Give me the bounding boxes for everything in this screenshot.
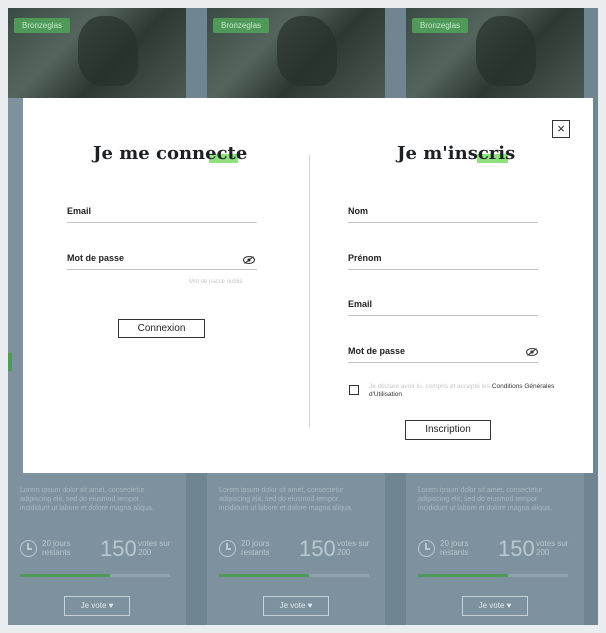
- signup-title-text: Je m'inscris: [397, 143, 516, 164]
- days-remaining: 20 jours restants: [241, 539, 270, 557]
- project-description: Lorem ipsum dolor sit amet, consectetur …: [20, 487, 154, 512]
- eye-slash-icon[interactable]: [243, 256, 255, 264]
- votes-label: votes sur 200: [536, 539, 569, 557]
- vote-progress: [219, 574, 369, 577]
- vote-progress: [20, 574, 170, 577]
- votes-count: 150: [498, 536, 535, 561]
- project-description: Lorem ipsum dolor sit amet, consectetur …: [219, 487, 353, 512]
- nom-field[interactable]: [348, 222, 538, 223]
- vote-progress: [418, 574, 568, 577]
- clock-icon: [219, 540, 236, 557]
- project-stats: 20 jours restants 150 votes sur 200: [418, 536, 578, 566]
- vote-button[interactable]: Je vote ♥: [64, 596, 130, 616]
- progress-fill: [20, 574, 110, 577]
- signup-button[interactable]: Inscription: [405, 420, 491, 440]
- clock-icon: [20, 540, 37, 557]
- forgot-password-link[interactable]: Mot de passe oublié: [189, 279, 243, 285]
- terms-text: Je déclare avoir lu, compris et accepté …: [369, 383, 559, 399]
- signup-email-label: Email: [348, 299, 373, 309]
- login-button[interactable]: Connexion: [118, 319, 205, 338]
- days-remaining: 20 jours restants: [42, 539, 71, 557]
- votes-count: 150: [100, 536, 137, 561]
- prenom-label: Prénom: [348, 253, 382, 263]
- progress-fill: [418, 574, 508, 577]
- eye-slash-icon[interactable]: [526, 348, 538, 356]
- modal-divider: [309, 155, 310, 427]
- side-accent: [8, 353, 12, 371]
- vote-button[interactable]: Je vote ♥: [263, 596, 329, 616]
- votes-label: votes sur 200: [138, 539, 171, 557]
- votes-count: 150: [299, 536, 336, 561]
- password-label: Mot de passe: [67, 253, 125, 263]
- signup-password-field[interactable]: [348, 362, 538, 363]
- clock-icon: [418, 540, 435, 557]
- project-tag: Bronzeglas: [14, 18, 71, 33]
- signup-title: Je m'inscris: [397, 143, 515, 164]
- login-title-text: Je me connecte: [93, 143, 248, 164]
- email-field[interactable]: [67, 222, 257, 223]
- project-stats: 20 jours restants 150 votes sur 200: [219, 536, 379, 566]
- nom-label: Nom: [348, 206, 368, 216]
- terms-prefix: Je déclare avoir lu, compris et accepté …: [369, 383, 491, 390]
- project-tag: Bronzeglas: [213, 18, 270, 33]
- email-label: Email: [67, 206, 92, 216]
- progress-fill: [219, 574, 309, 577]
- signup-email-field[interactable]: [348, 315, 538, 316]
- password-field[interactable]: [67, 269, 257, 270]
- days-remaining: 20 jours restants: [440, 539, 469, 557]
- project-tag: Bronzeglas: [412, 18, 469, 33]
- terms-checkbox[interactable]: [349, 385, 359, 395]
- prenom-field[interactable]: [348, 269, 538, 270]
- login-title: Je me connecte: [93, 143, 247, 164]
- votes-label: votes sur 200: [337, 539, 370, 557]
- project-description: Lorem ipsum dolor sit amet, consectetur …: [418, 487, 552, 512]
- vote-button[interactable]: Je vote ♥: [462, 596, 528, 616]
- project-stats: 20 jours restants 150 votes sur 200: [20, 536, 180, 566]
- signup-password-label: Mot de passe: [348, 346, 406, 356]
- close-button[interactable]: ×: [552, 120, 570, 138]
